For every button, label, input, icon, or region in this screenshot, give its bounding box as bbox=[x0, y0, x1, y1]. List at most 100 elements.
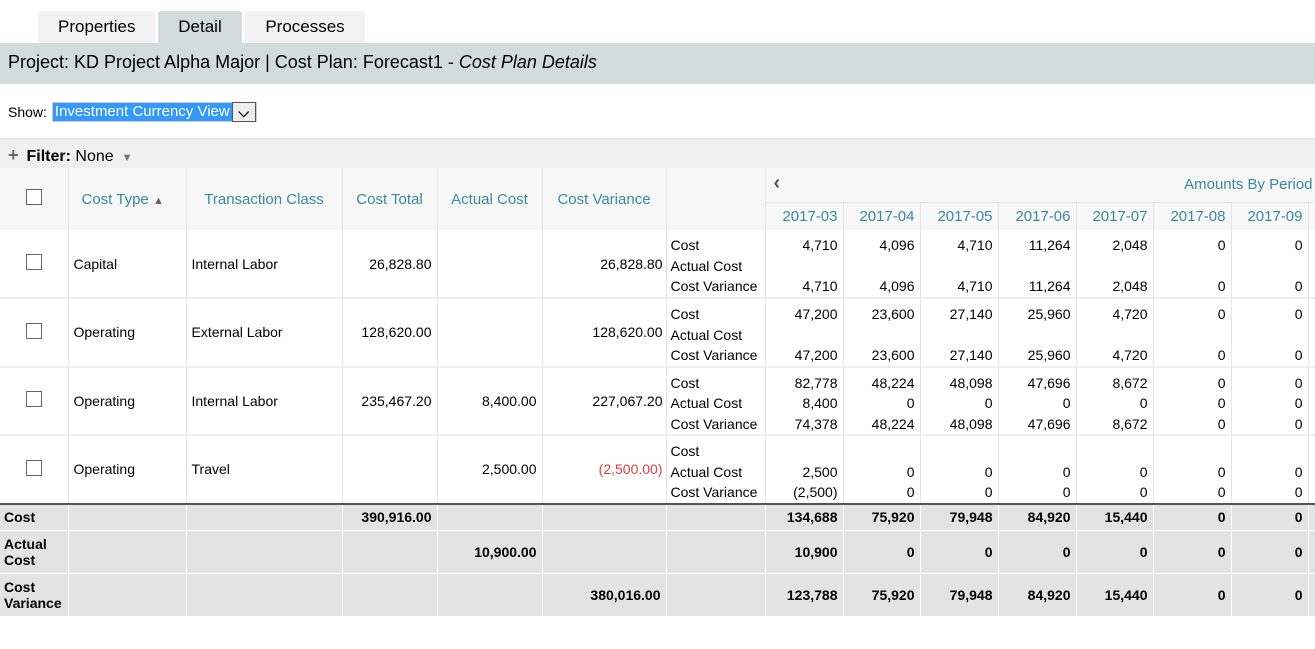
table-row: Operating Internal Labor 235,467.20 8,40… bbox=[0, 366, 1315, 436]
period-cell: 25,960 25,960 bbox=[998, 298, 1077, 368]
empty-cell bbox=[1308, 573, 1315, 617]
metric-labels-cell: Cost Actual Cost Cost Variance bbox=[666, 435, 766, 505]
col-actual-cost[interactable]: Actual Cost bbox=[437, 168, 543, 230]
col-cost-type[interactable]: Cost Type ▲ bbox=[68, 168, 187, 230]
cost-variance-cell: 26,828.80 bbox=[542, 230, 667, 299]
period-cell: 0 0 bbox=[1231, 230, 1309, 299]
period-cost: 82,778 bbox=[794, 374, 838, 391]
partial-cell bbox=[1308, 230, 1315, 299]
tab-processes[interactable]: Processes bbox=[245, 11, 365, 43]
metric-labels-cell: Cost Actual Cost Cost Variance bbox=[666, 366, 766, 436]
total-cost-total: 390,916.00 bbox=[342, 503, 438, 531]
period-actual bbox=[849, 256, 915, 277]
total-actual-cost: 10,900.00 bbox=[437, 530, 543, 574]
tab-bar: Properties Detail Processes bbox=[38, 11, 365, 43]
period-variance: 27,140 bbox=[949, 347, 993, 363]
period-cell: 0 0 bbox=[1153, 435, 1232, 505]
cost-variance-cell: (2,500.00) bbox=[542, 435, 667, 505]
metric-label: Cost Variance bbox=[670, 347, 758, 363]
period-cell: 0 0 bbox=[998, 435, 1077, 505]
col-cost-total[interactable]: Cost Total bbox=[342, 168, 438, 230]
period-cell: 11,264 11,264 bbox=[998, 230, 1077, 299]
col-period[interactable]: 2017-03 bbox=[765, 201, 844, 230]
cost-total-cell: 128,620.00 bbox=[342, 298, 438, 368]
row-checkbox[interactable] bbox=[25, 391, 42, 408]
period-variance: 23,600 bbox=[871, 347, 915, 363]
period-variance: 4,710 bbox=[957, 278, 993, 294]
col-transaction-class[interactable]: Transaction Class bbox=[186, 168, 343, 230]
period-cost: 47,200 bbox=[794, 306, 838, 322]
total-period-cell: 0 bbox=[1076, 530, 1154, 574]
cost-total-cell: 235,467.20 bbox=[342, 366, 438, 436]
col-period[interactable]: 2017-07 bbox=[1076, 201, 1154, 230]
row-checkbox[interactable] bbox=[25, 459, 42, 476]
filter-bar: + Filter: None ▼ bbox=[0, 138, 1315, 168]
period-cell: 0 0 bbox=[1153, 230, 1232, 299]
period-actual: 0 bbox=[1217, 463, 1226, 480]
period-actual bbox=[849, 325, 915, 346]
col-period[interactable]: 2017-06 bbox=[998, 201, 1077, 230]
period-actual bbox=[1082, 256, 1148, 277]
period-cell: 48,224 0 48,224 bbox=[843, 366, 921, 436]
period-cost: 48,224 bbox=[871, 374, 915, 391]
chevron-left-icon[interactable]: ‹ bbox=[774, 172, 781, 195]
period-actual: 0 bbox=[1217, 395, 1226, 411]
period-variance: 0 bbox=[1217, 278, 1226, 294]
period-cost bbox=[926, 441, 993, 462]
tab-properties[interactable]: Properties bbox=[38, 11, 155, 43]
period-variance: 0 bbox=[906, 484, 915, 500]
select-all-checkbox[interactable] bbox=[25, 189, 42, 205]
period-variance: 4,096 bbox=[879, 278, 915, 294]
cost-type-cell: Operating bbox=[68, 298, 187, 368]
total-period-cell: 0 bbox=[1231, 573, 1309, 617]
period-variance: 0 bbox=[1217, 347, 1226, 363]
period-variance: (2,500) bbox=[793, 484, 838, 500]
period-cell: 0 0 0 bbox=[1231, 366, 1309, 436]
filter-value[interactable]: None bbox=[75, 148, 113, 165]
period-cell: 0 0 0 bbox=[1153, 366, 1232, 436]
period-actual: 0 bbox=[1062, 395, 1071, 411]
metric-label: Cost bbox=[670, 374, 700, 391]
total-cost-total bbox=[342, 530, 438, 574]
period-variance: 11,264 bbox=[1028, 278, 1071, 294]
period-cost: 11,264 bbox=[1028, 237, 1071, 253]
period-variance: 0 bbox=[1294, 347, 1303, 363]
totals-row: Cost Variance 380,016.00 123,788 75,920 79… bbox=[0, 573, 1315, 617]
empty-cell bbox=[68, 530, 187, 574]
row-select-cell bbox=[0, 298, 69, 368]
col-cost-variance[interactable]: Cost Variance bbox=[542, 168, 667, 230]
period-variance: 0 bbox=[1294, 415, 1303, 432]
period-cell: 47,200 47,200 bbox=[765, 298, 844, 368]
chevron-down-icon[interactable]: ⌵ bbox=[231, 102, 256, 122]
metric-label: Cost Variance bbox=[670, 484, 758, 500]
col-period[interactable]: 2017-05 bbox=[920, 201, 999, 230]
period-cell: 0 0 bbox=[843, 435, 921, 505]
tab-detail[interactable]: Detail bbox=[158, 11, 242, 43]
col-period[interactable]: 2017-09 bbox=[1231, 201, 1309, 230]
empty-cell bbox=[186, 573, 343, 617]
col-period[interactable]: 2017-04 bbox=[843, 201, 921, 230]
row-checkbox[interactable] bbox=[25, 322, 42, 339]
period-cost: 48,098 bbox=[949, 374, 993, 391]
total-period-cell: 79,948 bbox=[920, 573, 999, 617]
period-variance: 2,048 bbox=[1112, 278, 1148, 294]
period-actual: 0 bbox=[1139, 463, 1148, 480]
row-select-cell bbox=[0, 435, 69, 505]
total-period-cell: 84,920 bbox=[998, 573, 1077, 617]
caret-down-icon[interactable]: ▼ bbox=[122, 152, 133, 164]
total-period-cell: 0 bbox=[1153, 530, 1232, 574]
row-checkbox[interactable] bbox=[25, 254, 42, 270]
totals-label: Actual Cost bbox=[0, 530, 69, 574]
period-cost bbox=[771, 441, 838, 462]
period-actual: 0 bbox=[906, 463, 915, 480]
view-select[interactable]: Investment Currency View ⌵ bbox=[51, 102, 257, 122]
plus-icon[interactable]: + bbox=[8, 145, 19, 165]
col-period[interactable]: 2017-08 bbox=[1153, 201, 1232, 230]
period-actual: 0 bbox=[984, 463, 993, 480]
metric-labels-cell: Cost Actual Cost Cost Variance bbox=[666, 298, 766, 368]
metric-label: Cost bbox=[670, 237, 700, 253]
empty-cell bbox=[68, 573, 187, 617]
cost-type-cell: Operating bbox=[68, 435, 187, 505]
period-cost: 2,048 bbox=[1112, 237, 1148, 253]
period-actual: 0 bbox=[1294, 463, 1303, 480]
